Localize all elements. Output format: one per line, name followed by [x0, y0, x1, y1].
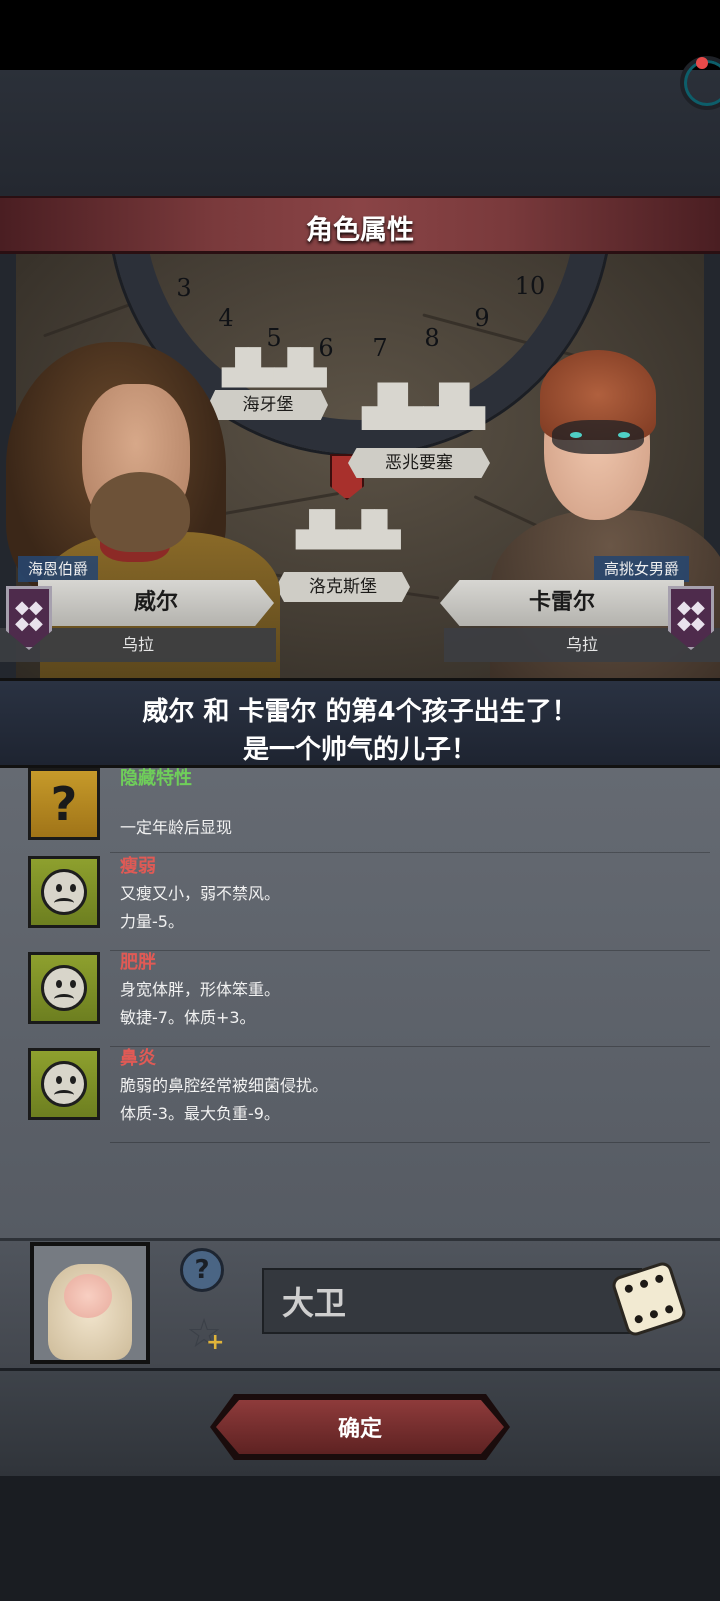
confirm-button[interactable]: 确定 [216, 1400, 504, 1454]
help-button[interactable]: ? [180, 1248, 224, 1292]
diamond-icon: ◆◆ ◆◆ [15, 597, 43, 634]
trait-description: 脆弱的鼻腔经常被细菌侵扰。 [120, 1076, 329, 1095]
mother-name[interactable]: 卡雷尔 [440, 580, 684, 626]
trait-rhinitis[interactable]: 鼻炎 脆弱的鼻腔经常被细菌侵扰。 体质-3。最大负重-9。 [28, 1048, 718, 1144]
trait-description: 身宽体胖，形体笨重。 [120, 980, 281, 999]
trait-effect: 敏捷-7。体质+3。 [120, 1008, 256, 1027]
map-location-label: 洛克斯堡 [276, 572, 410, 602]
top-background [0, 70, 720, 196]
birth-announcement: 威尔 和 卡雷尔 的第4个孩子出生了！ 是一个帅气的儿子！ [0, 678, 720, 768]
trait-name: 瘦弱 [120, 856, 156, 877]
announcement-line-1: 威尔 和 卡雷尔 的第4个孩子出生了！ [142, 697, 578, 727]
trait-name: 鼻炎 [120, 1048, 156, 1069]
child-name-input[interactable] [262, 1268, 642, 1334]
trait-name: 肥胖 [120, 952, 156, 973]
mother-title: 高挑女男爵 [594, 556, 690, 582]
dial-number: 7 [372, 334, 388, 362]
announcement-line-2: 是一个帅气的儿子！ [242, 735, 477, 765]
dialog-title: 角色属性 [306, 215, 414, 246]
trait-obese[interactable]: 肥胖 身宽体胖，形体笨重。 敏捷-7。体质+3。 [28, 952, 718, 1048]
father-name[interactable]: 威尔 [38, 580, 274, 626]
trait-effect: 体质-3。最大负重-9。 [120, 1104, 280, 1123]
trait-description: 又瘦又小，弱不禁风。 [120, 884, 281, 903]
sad-face-icon [28, 952, 100, 1024]
castle-icon: ▟▙▟▙ [296, 510, 401, 550]
question-mark-icon: ? [28, 768, 100, 840]
dial-number: 3 [176, 274, 192, 302]
diamond-icon: ◆◆ ◆◆ [677, 597, 705, 634]
child-portrait[interactable] [30, 1242, 150, 1364]
bottom-background [0, 1476, 720, 1601]
map-location-label: 恶兆要塞 [348, 448, 490, 478]
trait-hidden[interactable]: ? 隐藏特性 一定年龄后显现 [28, 768, 718, 864]
trait-list[interactable]: ? 隐藏特性 一定年龄后显现 瘦弱 又瘦又小，弱不禁风。 力量-5。 肥胖 身宽… [0, 768, 720, 1238]
trait-description: 一定年龄后显现 [120, 818, 233, 837]
dial-number: 4 [218, 304, 234, 332]
sad-face-icon [28, 1048, 100, 1120]
plus-icon: + [206, 1330, 225, 1355]
castle-icon: ▟▙▟▙ [362, 384, 486, 430]
trait-name: 隐藏特性 [120, 768, 192, 789]
father-title: 海恩伯爵 [18, 556, 99, 582]
dial-number: 10 [514, 272, 546, 300]
status-bar [0, 0, 720, 70]
notification-dot-icon [696, 57, 708, 69]
dial-number: 8 [424, 324, 440, 352]
dial-number: 9 [474, 304, 490, 332]
sad-face-icon [28, 856, 100, 928]
trait-effect: 力量-5。 [120, 912, 184, 931]
trait-frail[interactable]: 瘦弱 又瘦又小，弱不禁风。 力量-5。 [28, 856, 718, 952]
